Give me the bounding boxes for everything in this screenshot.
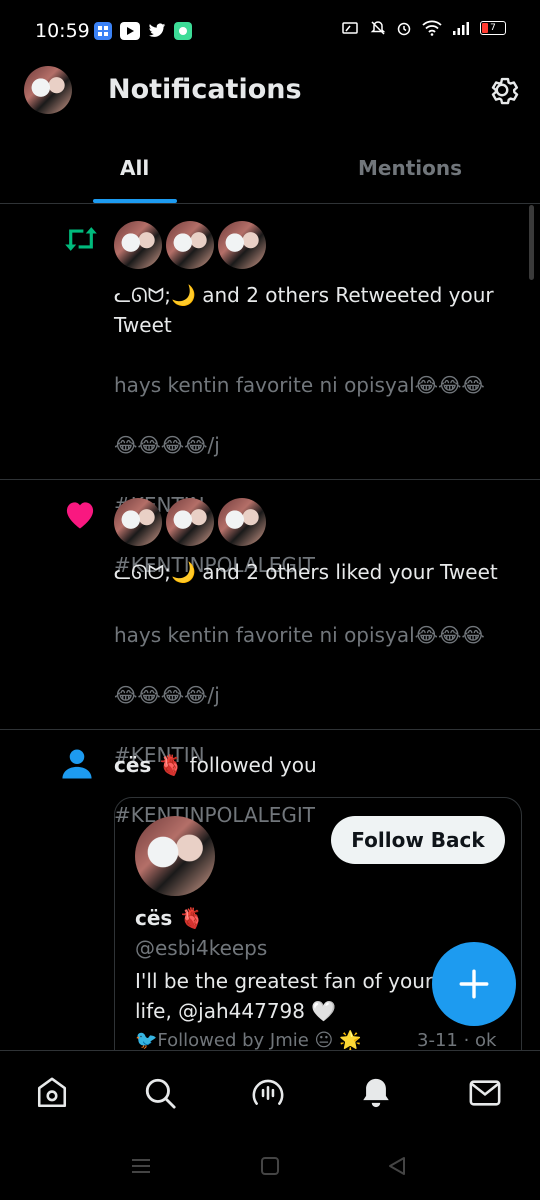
gear-icon [491, 77, 519, 105]
notification-retweet[interactable]: ᓚᘏᗢ;🌙 and 2 others Retweeted your Tweet … [0, 205, 540, 577]
follow-date: 3-11 · ok [417, 1030, 497, 1050]
battery-icon: 7 [480, 21, 506, 35]
user-avatar[interactable] [135, 816, 215, 896]
avatar[interactable] [166, 498, 214, 546]
back-button[interactable] [386, 1155, 408, 1181]
twitter-icon [148, 22, 166, 40]
heart-icon [62, 498, 100, 534]
status-system-icons: 7 [342, 20, 506, 36]
notification-message: and 2 others liked your Tweet [202, 560, 498, 584]
nav-home[interactable] [32, 1073, 72, 1113]
tab-mentions[interactable]: Mentions [270, 140, 540, 203]
mute-icon [370, 21, 386, 35]
no-sim-icon [342, 22, 358, 34]
nav-search[interactable] [140, 1073, 180, 1113]
notification-text: ᓚᘏᗢ;🌙 and 2 others liked your Tweet [114, 557, 514, 587]
youtube-icon [120, 22, 140, 40]
retweet-icon [62, 223, 100, 259]
menu-icon [132, 1159, 150, 1173]
avatar[interactable] [166, 221, 214, 269]
preview-line: hays kentin favorite ni opisyal😂😂😂 [114, 623, 485, 647]
follow-back-button[interactable]: Follow Back [331, 816, 505, 864]
tab-all[interactable]: All [0, 140, 270, 203]
preview-line: 😂😂😂😂/j [114, 683, 220, 707]
signal-icon [453, 22, 469, 35]
nav-messages[interactable] [465, 1073, 505, 1113]
notification-feed[interactable]: ᓚᘏᗢ;🌙 and 2 others Retweeted your Tweet … [0, 205, 540, 1050]
header: Notifications [0, 66, 540, 116]
user-handle: @esbi4keeps [135, 936, 268, 960]
status-app-icons [94, 22, 192, 40]
notification-like[interactable]: ᓚᘏᗢ;🌙 and 2 others liked your Tweet hays… [0, 480, 540, 827]
avatar[interactable] [114, 221, 162, 269]
user-name[interactable]: cës 🫀 [135, 906, 204, 930]
preview-line: hays kentin favorite ni opisyal😂😂😂 [114, 373, 485, 397]
actor-name[interactable]: ᓚᘏᗢ;🌙 [114, 560, 196, 584]
plus-icon [459, 969, 489, 999]
tab-bar: All Mentions [0, 140, 540, 204]
tab-mentions-label: Mentions [358, 156, 463, 180]
bottom-nav [0, 1050, 540, 1134]
home-icon [37, 1077, 67, 1108]
user-bio: I'll be the greatest fan of your life, @… [135, 969, 434, 1023]
notification-message: followed you [189, 753, 317, 777]
nav-spaces[interactable] [248, 1073, 288, 1113]
settings-button[interactable] [484, 72, 520, 108]
followed-by: 🐦Followed by Jmie 😐 🌟 [135, 1030, 362, 1050]
tab-all-label: All [120, 156, 150, 180]
status-bar: 10:59 7 [0, 0, 540, 66]
wifi-icon [422, 20, 442, 36]
square-icon [261, 1157, 279, 1175]
avatar[interactable] [218, 498, 266, 546]
actor-name[interactable]: ᓚᘏᗢ;🌙 [114, 283, 196, 307]
actor-avatars [114, 221, 266, 269]
notification-text: ᓚᘏᗢ;🌙 and 2 others Retweeted your Tweet [114, 280, 514, 340]
actor-avatars [114, 498, 266, 546]
tab-indicator [93, 199, 177, 203]
search-icon [145, 1078, 176, 1109]
spaces-icon [252, 1079, 284, 1105]
preview-line: 😂😂😂😂/j [114, 433, 220, 457]
status-time: 10:59 [35, 20, 90, 42]
alarm-icon [397, 22, 411, 36]
home-button[interactable] [259, 1155, 281, 1181]
nav-notifications[interactable] [356, 1073, 396, 1113]
recents-button[interactable] [130, 1155, 152, 1181]
app-store-icon [94, 22, 112, 40]
avatar[interactable] [218, 221, 266, 269]
bell-icon [363, 1078, 389, 1108]
compose-button[interactable] [432, 942, 516, 1026]
avatar[interactable] [114, 498, 162, 546]
page-title: Notifications [108, 74, 302, 105]
system-nav-bar [0, 1135, 540, 1200]
back-triangle-icon [389, 1157, 405, 1175]
profile-avatar[interactable] [24, 66, 72, 114]
person-icon [62, 748, 100, 784]
chat-app-icon [174, 22, 192, 40]
actor-name[interactable]: cës 🫀 [114, 753, 183, 777]
notification-text: cës 🫀 followed you [114, 750, 514, 780]
mail-icon [469, 1080, 501, 1106]
